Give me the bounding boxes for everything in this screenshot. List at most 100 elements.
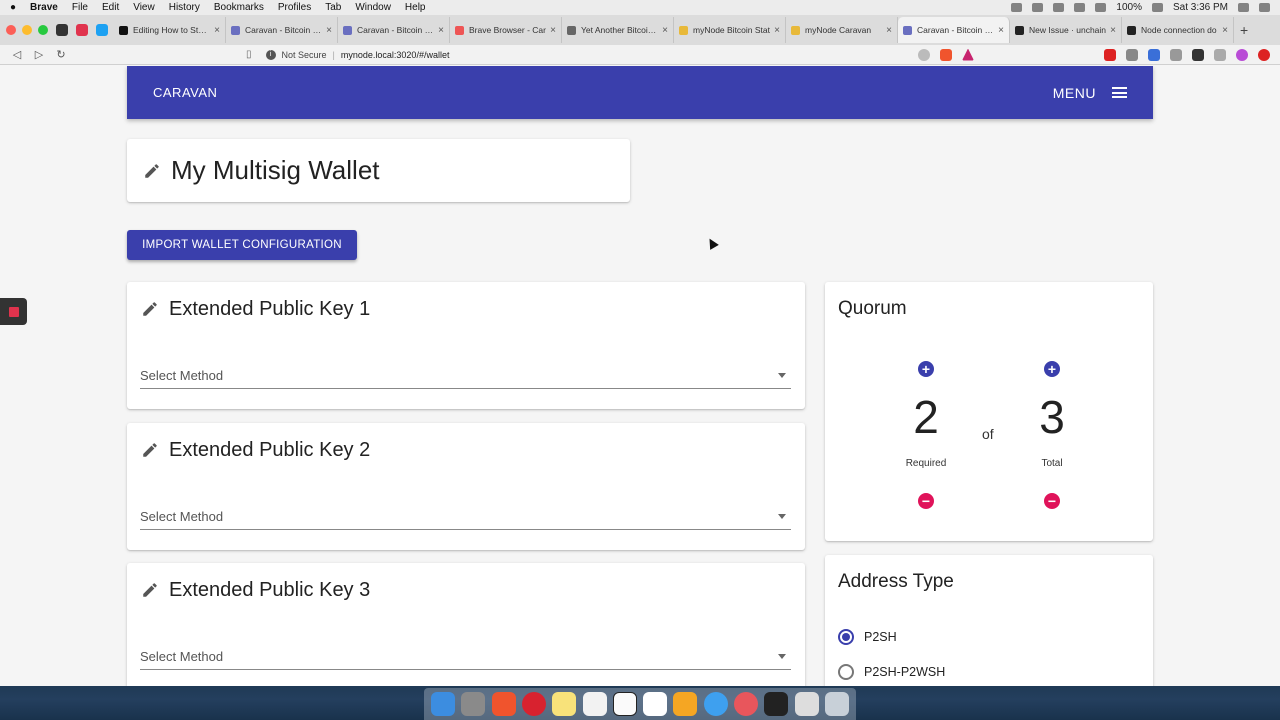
tab-github-issue[interactable]: New Issue · unchain ×	[1010, 17, 1122, 43]
tab-close-icon[interactable]: ×	[550, 25, 556, 36]
decrease-total-button[interactable]: −	[1044, 493, 1060, 509]
zoom-icon[interactable]	[918, 48, 930, 61]
profile-avatar[interactable]	[1236, 48, 1248, 61]
close-window-icon[interactable]	[6, 25, 16, 35]
trash-icon[interactable]	[824, 692, 849, 716]
app-brand[interactable]: CARAVAN	[153, 85, 217, 100]
bookmark-icon[interactable]: ▯	[246, 49, 252, 60]
screen-recording-icon[interactable]	[0, 298, 27, 325]
edit-pencil-icon[interactable]	[143, 162, 161, 180]
tab-close-icon[interactable]: ×	[886, 25, 892, 36]
menu-help[interactable]: Help	[405, 2, 426, 13]
edit-pencil-icon[interactable]	[141, 581, 159, 599]
menu-edit[interactable]: Edit	[102, 2, 119, 13]
brave-rewards-icon[interactable]	[962, 48, 974, 61]
apple-menu-icon[interactable]: ●	[10, 2, 16, 13]
address-type-option-p2sh-p2wsh[interactable]: P2SH-P2WSH	[838, 664, 945, 680]
extension-icon[interactable]	[1214, 48, 1226, 61]
tab-yet-another-bitcoin[interactable]: Yet Another Bitcoin T ×	[562, 17, 674, 43]
tab-mynode-caravan[interactable]: myNode Caravan ×	[786, 17, 898, 43]
info-icon[interactable]: i	[265, 49, 276, 60]
menu-tab[interactable]: Tab	[325, 2, 341, 13]
edit-pencil-icon[interactable]	[141, 441, 159, 459]
menu-button[interactable]: MENU	[1053, 85, 1127, 101]
tab-caravan-active[interactable]: Caravan - Bitcoin Mu ×	[898, 17, 1010, 43]
select-method-dropdown[interactable]: Select Method	[140, 504, 791, 530]
brave-shields-icon[interactable]	[940, 48, 952, 61]
finder-icon[interactable]	[431, 692, 456, 716]
tab-mynode-bitcoin[interactable]: myNode Bitcoin Stat ×	[674, 17, 786, 43]
pinned-tab-icon[interactable]	[56, 24, 68, 36]
tab-medium[interactable]: Editing How to Store ×	[114, 17, 226, 43]
tab-close-icon[interactable]: ×	[998, 25, 1004, 36]
menu-file[interactable]: File	[72, 2, 88, 13]
tab-node-connection[interactable]: Node connection do ×	[1122, 17, 1234, 43]
notes-icon[interactable]	[552, 692, 577, 716]
status-icon[interactable]	[1011, 3, 1023, 12]
tab-close-icon[interactable]: ×	[774, 25, 780, 36]
zoom-window-icon[interactable]	[38, 25, 48, 35]
address-type-option-p2sh[interactable]: P2SH	[838, 629, 897, 645]
new-tab-button[interactable]: +	[1240, 22, 1248, 38]
minimize-window-icon[interactable]	[22, 25, 32, 35]
time-machine-icon[interactable]	[1074, 3, 1086, 12]
ublock-icon[interactable]	[1104, 48, 1116, 61]
system-preferences-icon[interactable]	[461, 692, 486, 716]
select-method-dropdown[interactable]: Select Method	[140, 363, 791, 389]
edit-pencil-icon[interactable]	[141, 300, 159, 318]
extension-icon[interactable]	[1148, 48, 1160, 61]
tab-close-icon[interactable]: ×	[1222, 25, 1228, 36]
textedit-icon[interactable]	[582, 692, 607, 716]
clock[interactable]: Sat 3:36 PM	[1173, 2, 1228, 13]
increase-required-button[interactable]: +	[918, 361, 934, 377]
creative-cloud-icon[interactable]	[521, 692, 546, 716]
calendar-icon[interactable]	[643, 692, 668, 716]
wallet-name-card[interactable]: My Multisig Wallet	[127, 139, 630, 202]
sublime-text-icon[interactable]	[673, 692, 698, 716]
reload-button[interactable]: ↻	[54, 48, 68, 61]
tab-close-icon[interactable]: ×	[1110, 25, 1116, 36]
tab-close-icon[interactable]: ×	[326, 25, 332, 36]
lock-icon[interactable]	[1032, 3, 1044, 12]
decrease-required-button[interactable]: −	[918, 493, 934, 509]
increase-total-button[interactable]: +	[1044, 361, 1060, 377]
volume-icon[interactable]	[1095, 3, 1107, 12]
tab-close-icon[interactable]: ×	[662, 25, 668, 36]
url-text[interactable]: mynode.local:3020/#/wallet	[341, 50, 450, 60]
brave-icon[interactable]	[491, 692, 516, 716]
extension-icon[interactable]	[1170, 48, 1182, 61]
forward-button[interactable]: ▷	[32, 48, 46, 61]
menu-profiles[interactable]: Profiles	[278, 2, 311, 13]
extension-icon[interactable]	[1192, 48, 1204, 61]
menu-history[interactable]: History	[169, 2, 200, 13]
menu-view[interactable]: View	[133, 2, 155, 13]
select-method-dropdown[interactable]: Select Method	[140, 644, 791, 670]
terminal-icon[interactable]	[764, 692, 789, 716]
app-menu-brave[interactable]: Brave	[30, 2, 58, 13]
spotlight-icon[interactable]	[1238, 3, 1249, 12]
back-button[interactable]: ◁	[10, 48, 24, 61]
import-wallet-configuration-button[interactable]: IMPORT WALLET CONFIGURATION	[127, 230, 357, 260]
notion-icon[interactable]	[612, 692, 637, 716]
vivaldi-icon[interactable]	[733, 692, 758, 716]
safari-icon[interactable]	[703, 692, 728, 716]
pocket-icon[interactable]	[76, 24, 88, 36]
twitter-icon[interactable]	[96, 24, 108, 36]
wifi-icon[interactable]	[1053, 3, 1065, 12]
tab-caravan-1[interactable]: Caravan - Bitcoin Mu ×	[226, 17, 338, 43]
menu-window[interactable]: Window	[355, 2, 391, 13]
battery-icon[interactable]	[1151, 3, 1163, 12]
security-indicator[interactable]: Not Secure	[282, 50, 327, 60]
preview-window-icon[interactable]	[794, 692, 819, 716]
notification-center-icon[interactable]	[1259, 3, 1270, 12]
pocket-extension-icon[interactable]	[1126, 48, 1138, 61]
radio-selected-icon[interactable]	[838, 629, 854, 645]
tab-close-icon[interactable]: ×	[438, 25, 444, 36]
menu-bookmarks[interactable]: Bookmarks	[214, 2, 264, 13]
notification-icon[interactable]	[1258, 48, 1270, 61]
radio-unselected-icon[interactable]	[838, 664, 854, 680]
tab-brave-browser[interactable]: Brave Browser - Car ×	[450, 17, 562, 43]
tab-caravan-2[interactable]: Caravan - Bitcoin Mu ×	[338, 17, 450, 43]
tab-close-icon[interactable]: ×	[214, 25, 220, 36]
url-field[interactable]: ▯ i Not Secure | mynode.local:3020/#/wal…	[246, 49, 449, 60]
